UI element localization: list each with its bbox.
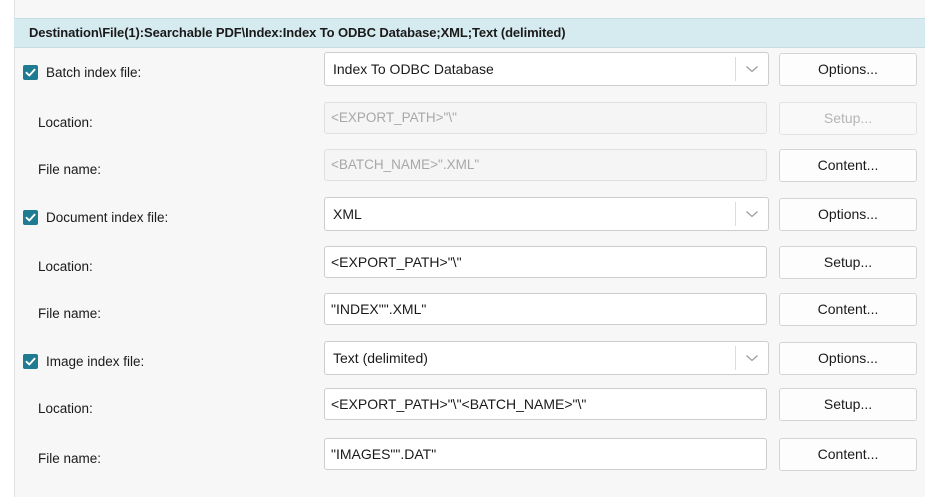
document-index-row: Document index file: XML Options... <box>14 196 925 242</box>
image-filename-content-button[interactable]: Content... <box>779 438 917 471</box>
checkmark-icon <box>25 213 36 222</box>
document-filename-label: File name: <box>38 306 102 321</box>
batch-filename-label: File name: <box>38 162 102 177</box>
checkmark-icon <box>25 68 36 77</box>
image-index-row: Image index file: Text (delimited) Optio… <box>14 340 925 386</box>
batch-location-field: <EXPORT_PATH>"\" <box>324 102 767 134</box>
document-index-type-select[interactable]: XML <box>324 197 769 231</box>
document-index-type-value: XML <box>333 206 362 222</box>
document-filename-row: File name: "INDEX"".XML" Content... <box>14 291 925 337</box>
document-location-setup-button[interactable]: Setup... <box>779 246 917 279</box>
header-title: Destination\File(1):Searchable PDF\Index… <box>29 25 566 40</box>
document-index-checkbox[interactable] <box>23 210 38 225</box>
batch-index-options-button[interactable]: Options... <box>779 53 917 86</box>
document-index-options-button[interactable]: Options... <box>779 198 917 231</box>
batch-location-label: Location: <box>38 115 93 130</box>
batch-location-setup-button: Setup... <box>779 102 917 135</box>
document-index-label: Document index file: <box>46 210 169 225</box>
document-location-label: Location: <box>38 259 93 274</box>
dropdown-separator <box>735 346 736 370</box>
image-location-row: Location: <EXPORT_PATH>"\"<BATCH_NAME>"\… <box>14 386 925 432</box>
image-location-label: Location: <box>38 401 93 416</box>
document-filename-content-button[interactable]: Content... <box>779 293 917 326</box>
image-index-type-value: Text (delimited) <box>333 350 428 366</box>
document-filename-input[interactable]: "INDEX"".XML" <box>324 293 767 325</box>
batch-location-row: Location: <EXPORT_PATH>"\" Setup... <box>14 100 925 146</box>
chevron-down-icon[interactable] <box>745 353 759 363</box>
image-filename-row: File name: "IMAGES"".DAT" Content... <box>14 436 925 482</box>
image-filename-label: File name: <box>38 451 102 466</box>
document-location-value: <EXPORT_PATH>"\" <box>331 254 462 270</box>
image-location-setup-button[interactable]: Setup... <box>779 388 917 421</box>
batch-filename-value: <BATCH_NAME>".XML" <box>331 157 480 172</box>
batch-index-checkbox[interactable] <box>23 65 38 80</box>
batch-filename-field: <BATCH_NAME>".XML" <box>324 149 767 181</box>
dropdown-separator <box>735 202 736 226</box>
batch-index-label: Batch index file: <box>46 65 142 80</box>
chevron-down-icon[interactable] <box>745 64 759 74</box>
checkmark-icon <box>25 357 36 366</box>
batch-index-type-select[interactable]: Index To ODBC Database <box>324 52 769 86</box>
dropdown-separator <box>735 57 736 81</box>
image-filename-value: "IMAGES"".DAT" <box>331 446 437 462</box>
document-location-row: Location: <EXPORT_PATH>"\" Setup... <box>14 244 925 290</box>
batch-filename-content-button[interactable]: Content... <box>779 149 917 182</box>
image-index-type-select[interactable]: Text (delimited) <box>324 341 769 375</box>
batch-location-value: <EXPORT_PATH>"\" <box>331 110 457 125</box>
image-filename-input[interactable]: "IMAGES"".DAT" <box>324 438 767 470</box>
chevron-down-icon[interactable] <box>745 209 759 219</box>
image-location-input[interactable]: <EXPORT_PATH>"\"<BATCH_NAME>"\" <box>324 388 767 420</box>
document-location-input[interactable]: <EXPORT_PATH>"\" <box>324 246 767 278</box>
section-header: Destination\File(1):Searchable PDF\Index… <box>14 18 925 48</box>
batch-index-type-value: Index To ODBC Database <box>333 61 494 77</box>
document-filename-value: "INDEX"".XML" <box>331 301 427 317</box>
image-index-checkbox[interactable] <box>23 354 38 369</box>
batch-index-row: Batch index file: Index To ODBC Database… <box>14 51 925 97</box>
image-location-value: <EXPORT_PATH>"\"<BATCH_NAME>"\" <box>331 396 587 412</box>
image-index-options-button[interactable]: Options... <box>779 342 917 375</box>
image-index-label: Image index file: <box>46 354 145 369</box>
batch-filename-row: File name: <BATCH_NAME>".XML" Content... <box>14 147 925 193</box>
